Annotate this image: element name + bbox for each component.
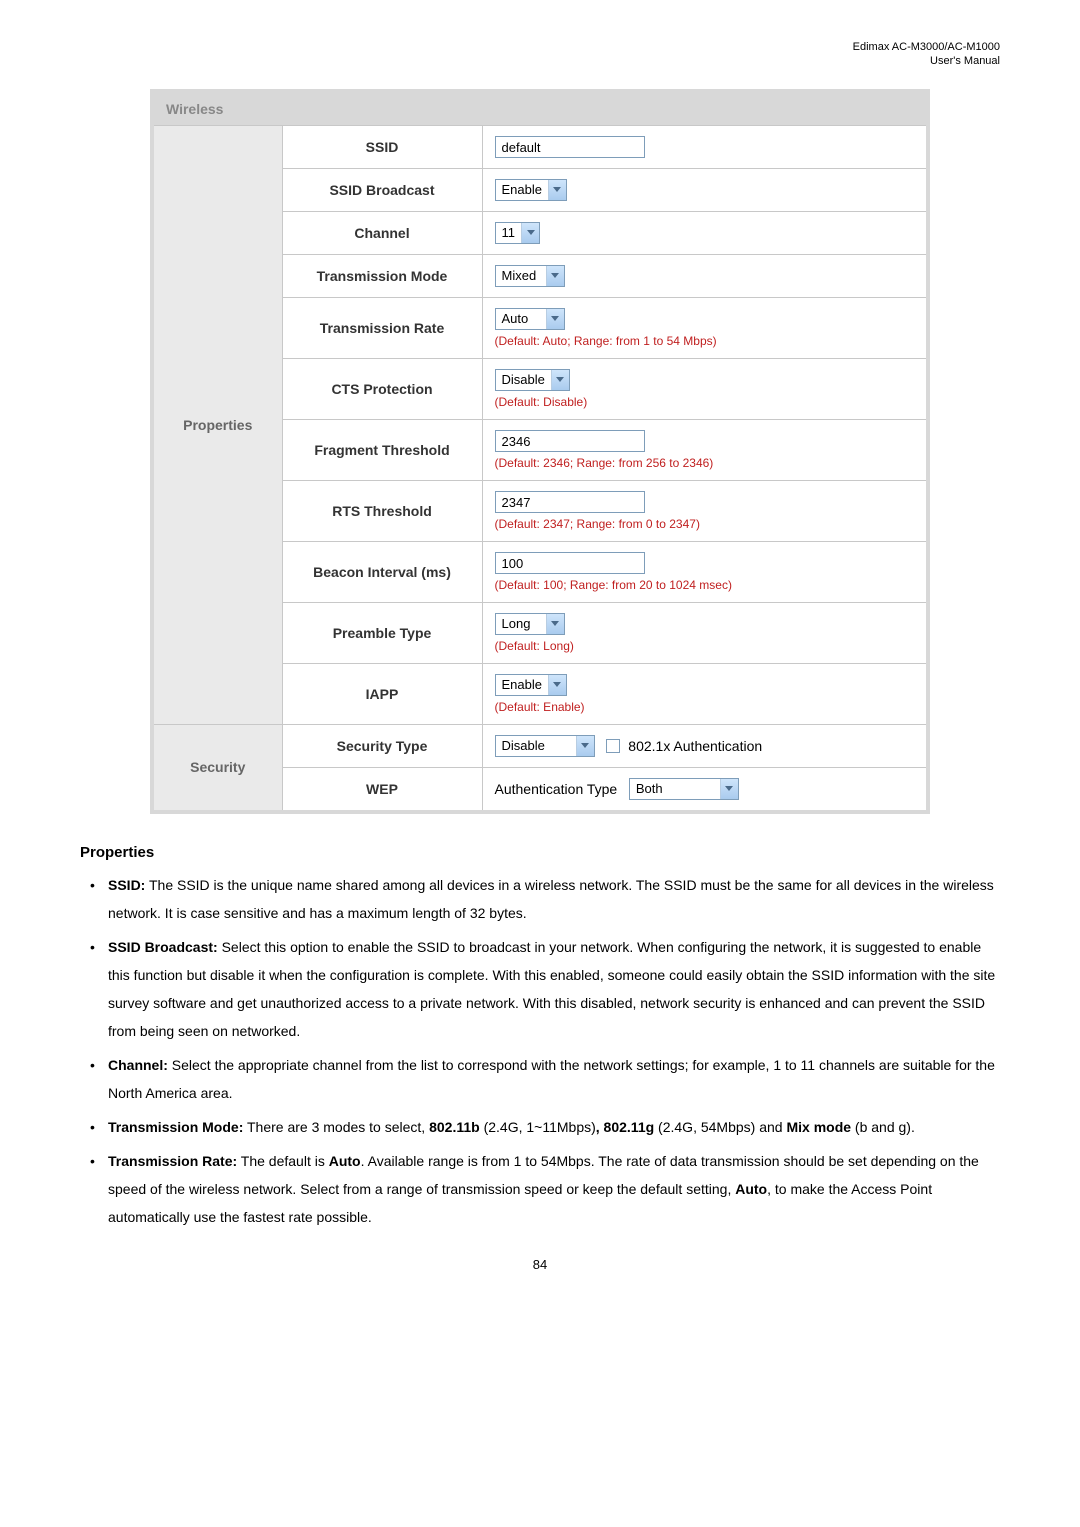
beacon-interval-hint: (Default: 100; Range: from 20 to 1024 ms… <box>495 578 915 592</box>
preamble-type-select[interactable]: Long <box>495 613 565 635</box>
auth-8021x-checkbox[interactable] <box>606 739 620 753</box>
channel-label: Channel <box>282 211 482 254</box>
preamble-type-value: Long <box>496 616 546 631</box>
fragment-threshold-input[interactable]: 2346 <box>495 430 645 452</box>
wireless-config-table: Wireless Properties SSID default SSID Br… <box>150 89 930 814</box>
fragment-threshold-hint: (Default: 2346; Range: from 256 to 2346) <box>495 456 915 470</box>
item-body-part: (2.4G, 1~11Mbps) <box>480 1119 596 1135</box>
cts-protection-label: CTS Protection <box>282 358 482 419</box>
cts-protection-select[interactable]: Disable <box>495 369 570 391</box>
list-item: Transmission Rate: The default is Auto. … <box>80 1147 1000 1231</box>
item-body-part: Mix mode <box>786 1119 851 1135</box>
page-header: Edimax AC-M3000/AC-M1000 User's Manual <box>80 40 1000 69</box>
wep-label: WEP <box>282 767 482 812</box>
security-type-select[interactable]: Disable <box>495 735 595 757</box>
item-body-part: (2.4G, 54Mbps) and <box>654 1119 786 1135</box>
prose-section: Properties SSID: The SSID is the unique … <box>80 844 1000 1231</box>
prose-list: SSID: The SSID is the unique name shared… <box>80 871 1000 1231</box>
chevron-down-icon <box>546 266 564 286</box>
beacon-interval-input[interactable]: 100 <box>495 552 645 574</box>
page-number: 84 <box>80 1257 1000 1272</box>
doc-subtitle: User's Manual <box>930 55 1000 67</box>
item-lead: Transmission Rate: <box>108 1153 237 1169</box>
product-name: Edimax AC-M3000/AC-M1000 <box>853 41 1000 53</box>
ssid-broadcast-label: SSID Broadcast <box>282 168 482 211</box>
prose-heading: Properties <box>80 844 1000 861</box>
chevron-down-icon <box>546 309 564 329</box>
ssid-broadcast-value: Enable <box>496 182 548 197</box>
chevron-down-icon <box>576 736 594 756</box>
channel-value: 11 <box>496 225 522 240</box>
chevron-down-icon <box>521 223 539 243</box>
fragment-threshold-label: Fragment Threshold <box>282 419 482 480</box>
list-item: SSID: The SSID is the unique name shared… <box>80 871 1000 927</box>
rts-threshold-hint: (Default: 2347; Range: from 0 to 2347) <box>495 517 915 531</box>
item-body-part: Auto <box>735 1181 767 1197</box>
item-body: Select the appropriate channel from the … <box>108 1057 995 1101</box>
wep-auth-value: Both <box>630 781 720 796</box>
transmission-rate-value: Auto <box>496 311 546 326</box>
iapp-value: Enable <box>496 677 548 692</box>
chevron-down-icon <box>551 370 569 390</box>
chevron-down-icon <box>548 675 566 695</box>
auth-type-label: Authentication Type <box>495 781 618 797</box>
ssid-broadcast-select[interactable]: Enable <box>495 179 567 201</box>
item-lead: Channel: <box>108 1057 168 1073</box>
iapp-hint: (Default: Enable) <box>495 700 915 714</box>
iapp-select[interactable]: Enable <box>495 674 567 696</box>
rts-threshold-label: RTS Threshold <box>282 480 482 541</box>
transmission-mode-select[interactable]: Mixed <box>495 265 565 287</box>
item-body-part: 802.11b <box>429 1119 480 1135</box>
cts-protection-hint: (Default: Disable) <box>495 395 915 409</box>
chevron-down-icon <box>548 180 566 200</box>
transmission-mode-value: Mixed <box>496 268 546 283</box>
item-body-part: (b and g). <box>851 1119 915 1135</box>
transmission-mode-label: Transmission Mode <box>282 254 482 297</box>
security-type-value: Disable <box>496 738 576 753</box>
item-body: Select this option to enable the SSID to… <box>108 939 995 1039</box>
chevron-down-icon <box>546 614 564 634</box>
transmission-rate-select[interactable]: Auto <box>495 308 565 330</box>
iapp-label: IAPP <box>282 663 482 724</box>
list-item: SSID Broadcast: Select this option to en… <box>80 933 1000 1045</box>
item-body-part: Auto <box>329 1153 361 1169</box>
rts-threshold-input[interactable]: 2347 <box>495 491 645 513</box>
item-body: The SSID is the unique name shared among… <box>108 877 994 921</box>
item-body-part: , 802.11g <box>596 1119 654 1135</box>
list-item: Transmission Mode: There are 3 modes to … <box>80 1113 1000 1141</box>
transmission-rate-hint: (Default: Auto; Range: from 1 to 54 Mbps… <box>495 334 915 348</box>
wep-auth-select[interactable]: Both <box>629 778 739 800</box>
ssid-label: SSID <box>282 125 482 168</box>
transmission-rate-label: Transmission Rate <box>282 297 482 358</box>
security-type-label: Security Type <box>282 724 482 767</box>
chevron-down-icon <box>720 779 738 799</box>
channel-select[interactable]: 11 <box>495 222 541 244</box>
group-security: Security <box>152 724 282 812</box>
item-lead: SSID: <box>108 877 145 893</box>
item-lead: SSID Broadcast: <box>108 939 218 955</box>
ssid-input[interactable]: default <box>495 136 645 158</box>
item-body-part: The default is <box>237 1153 329 1169</box>
group-properties: Properties <box>152 125 282 724</box>
preamble-type-label: Preamble Type <box>282 602 482 663</box>
preamble-type-hint: (Default: Long) <box>495 639 915 653</box>
beacon-interval-label: Beacon Interval (ms) <box>282 541 482 602</box>
list-item: Channel: Select the appropriate channel … <box>80 1051 1000 1107</box>
table-title: Wireless <box>152 91 928 126</box>
item-lead: Transmission Mode: <box>108 1119 243 1135</box>
auth-8021x-label: 802.1x Authentication <box>628 738 762 754</box>
cts-protection-value: Disable <box>496 372 551 387</box>
item-body-part: There are 3 modes to select, <box>243 1119 429 1135</box>
